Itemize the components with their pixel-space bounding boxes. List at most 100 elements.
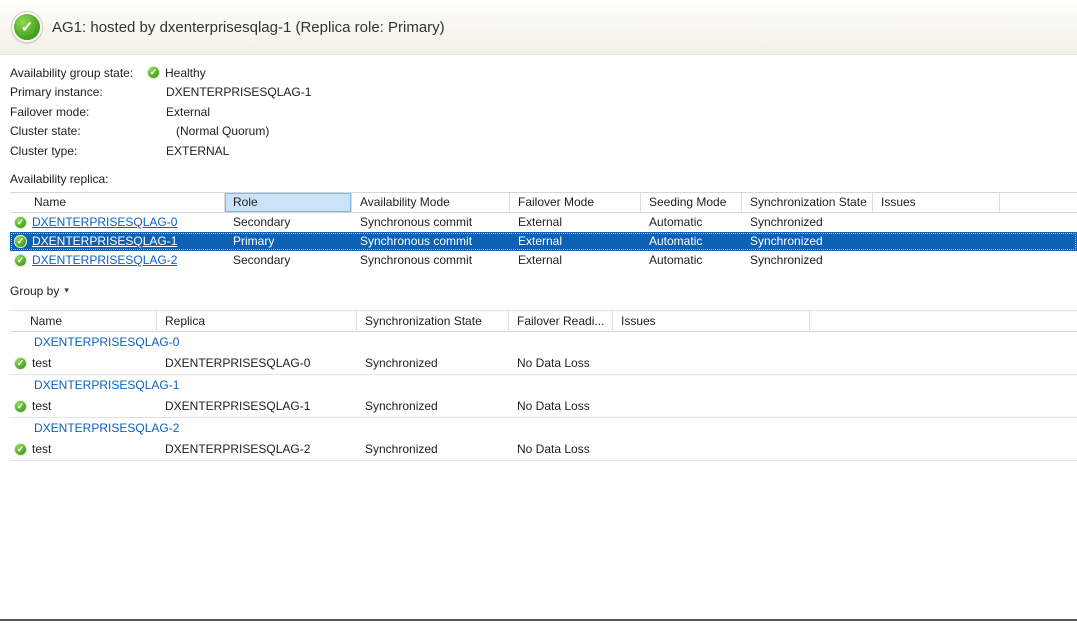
cell-issues <box>873 232 1000 251</box>
database-health-check-icon: ✓ <box>14 400 27 413</box>
availability-group-dashboard: ✓ AG1: hosted by dxenterprisesqlag-1 (Re… <box>0 0 1077 628</box>
replica-row[interactable]: ✓ DXENTERPRISESQLAG-0 Secondary Synchron… <box>10 213 1077 232</box>
summary-label: Availability group state: <box>10 66 146 80</box>
replica-link[interactable]: DXENTERPRISESQLAG-1 <box>32 234 177 248</box>
summary-value: DXENTERPRISESQLAG-1 <box>146 85 311 99</box>
column-header-name[interactable]: Name <box>10 311 157 331</box>
summary-label: Failover mode: <box>10 105 146 119</box>
cell-role: Secondary <box>225 213 352 232</box>
database-name: test <box>32 399 51 413</box>
cell-database-name: ✓ test <box>10 353 157 374</box>
healthy-check-icon: ✓ <box>147 66 160 79</box>
page-title: AG1: hosted by dxenterprisesqlag-1 (Repl… <box>52 19 445 36</box>
cell-name: ✓ DXENTERPRISESQLAG-1 <box>10 232 225 251</box>
summary-row-group-state: Availability group state: ✓ Healthy <box>10 63 1077 83</box>
cell-failover-mode: External <box>510 232 641 251</box>
replica-health-check-icon: ✓ <box>14 216 27 229</box>
column-header-failover-mode[interactable]: Failover Mode <box>510 193 641 212</box>
cell-replica: DXENTERPRISESQLAG-1 <box>157 396 357 417</box>
replica-table: Name Role Availability Mode Failover Mod… <box>10 192 1077 270</box>
group-by-dropdown[interactable]: Group by ▾ <box>10 284 69 298</box>
cell-database-name: ✓ test <box>10 396 157 417</box>
cell-seeding-mode: Automatic <box>641 213 742 232</box>
cell-filler <box>1000 251 1077 270</box>
cell-issues <box>613 353 810 374</box>
summary-panel: Availability group state: ✓ Healthy Prim… <box>10 63 1077 161</box>
column-header-failover-readiness[interactable]: Failover Readi... <box>509 311 613 331</box>
cell-replica: DXENTERPRISESQLAG-0 <box>157 353 357 374</box>
column-header-name[interactable]: Name <box>10 193 225 212</box>
summary-label: Cluster type: <box>10 144 146 158</box>
cell-synchronization-state: Synchronized <box>357 396 509 417</box>
column-header-synchronization-state[interactable]: Synchronization State <box>742 193 873 212</box>
replica-row-selected[interactable]: ✓ DXENTERPRISESQLAG-1 Primary Synchronou… <box>10 232 1077 251</box>
replica-health-check-icon: ✓ <box>14 235 27 248</box>
database-health-check-icon: ✓ <box>14 443 27 456</box>
group-header-row[interactable]: DXENTERPRISESQLAG-0 <box>10 332 1077 353</box>
cell-synchronization-state: Synchronized <box>357 353 509 374</box>
replica-link[interactable]: DXENTERPRISESQLAG-2 <box>32 253 177 267</box>
cell-issues <box>873 213 1000 232</box>
cell-failover-readiness: No Data Loss <box>509 353 613 374</box>
cell-replica: DXENTERPRISESQLAG-2 <box>157 439 357 460</box>
database-row[interactable]: ✓ test DXENTERPRISESQLAG-1 Synchronized … <box>10 396 1077 418</box>
cell-availability-mode: Synchronous commit <box>352 213 510 232</box>
database-row[interactable]: ✓ test DXENTERPRISESQLAG-2 Synchronized … <box>10 439 1077 461</box>
column-header-synchronization-state[interactable]: Synchronization State <box>357 311 509 331</box>
group-name[interactable]: DXENTERPRISESQLAG-2 <box>34 421 179 435</box>
summary-row-primary-instance: Primary instance: DXENTERPRISESQLAG-1 <box>10 83 1077 103</box>
cell-availability-mode: Synchronous commit <box>352 251 510 270</box>
cell-issues <box>613 439 810 460</box>
cell-seeding-mode: Automatic <box>641 232 742 251</box>
replica-link[interactable]: DXENTERPRISESQLAG-0 <box>32 215 177 229</box>
column-header-issues[interactable]: Issues <box>613 311 810 331</box>
cell-synchronization-state: Synchronized <box>357 439 509 460</box>
group-name[interactable]: DXENTERPRISESQLAG-1 <box>34 378 179 392</box>
cell-failover-mode: External <box>510 213 641 232</box>
cell-filler <box>810 439 1077 460</box>
cell-database-name: ✓ test <box>10 439 157 460</box>
database-row[interactable]: ✓ test DXENTERPRISESQLAG-0 Synchronized … <box>10 353 1077 375</box>
cell-name: ✓ DXENTERPRISESQLAG-2 <box>10 251 225 270</box>
column-header-role[interactable]: Role <box>225 193 352 212</box>
cell-issues <box>873 251 1000 270</box>
column-header-filler <box>1000 193 1077 212</box>
cell-issues <box>613 396 810 417</box>
cell-availability-mode: Synchronous commit <box>352 232 510 251</box>
database-table: Name Replica Synchronization State Failo… <box>10 310 1077 461</box>
summary-label: Primary instance: <box>10 85 146 99</box>
dashboard-header: ✓ AG1: hosted by dxenterprisesqlag-1 (Re… <box>0 0 1077 55</box>
summary-row-cluster-type: Cluster type: EXTERNAL <box>10 141 1077 161</box>
summary-value: Healthy <box>165 66 206 80</box>
group-name[interactable]: DXENTERPRISESQLAG-0 <box>34 335 179 349</box>
cell-failover-mode: External <box>510 251 641 270</box>
column-header-availability-mode[interactable]: Availability Mode <box>352 193 510 212</box>
replica-table-header: Name Role Availability Mode Failover Mod… <box>10 192 1077 213</box>
database-name: test <box>32 442 51 456</box>
replica-health-check-icon: ✓ <box>14 254 27 267</box>
cell-filler <box>810 353 1077 374</box>
cell-failover-readiness: No Data Loss <box>509 396 613 417</box>
column-header-seeding-mode[interactable]: Seeding Mode <box>641 193 742 212</box>
column-header-issues[interactable]: Issues <box>873 193 1000 212</box>
replica-row[interactable]: ✓ DXENTERPRISESQLAG-2 Secondary Synchron… <box>10 251 1077 270</box>
replica-section-title: Availability replica: <box>10 172 1077 186</box>
cell-name: ✓ DXENTERPRISESQLAG-0 <box>10 213 225 232</box>
database-name: test <box>32 356 51 370</box>
cell-failover-readiness: No Data Loss <box>509 439 613 460</box>
summary-label: Cluster state: <box>10 124 146 138</box>
cell-seeding-mode: Automatic <box>641 251 742 270</box>
chevron-down-icon: ▾ <box>64 285 69 296</box>
cell-filler <box>810 396 1077 417</box>
group-header-row[interactable]: DXENTERPRISESQLAG-2 <box>10 418 1077 439</box>
summary-value: EXTERNAL <box>146 144 229 158</box>
database-table-header: Name Replica Synchronization State Failo… <box>10 310 1077 332</box>
cell-role: Secondary <box>225 251 352 270</box>
column-header-replica[interactable]: Replica <box>157 311 357 331</box>
cell-role: Primary <box>225 232 352 251</box>
cell-synchronization-state: Synchronized <box>742 251 873 270</box>
window-bottom-edge <box>0 619 1077 621</box>
group-header-row[interactable]: DXENTERPRISESQLAG-1 <box>10 375 1077 396</box>
group-by-label: Group by <box>10 284 59 298</box>
summary-value: (Normal Quorum) <box>146 124 269 138</box>
